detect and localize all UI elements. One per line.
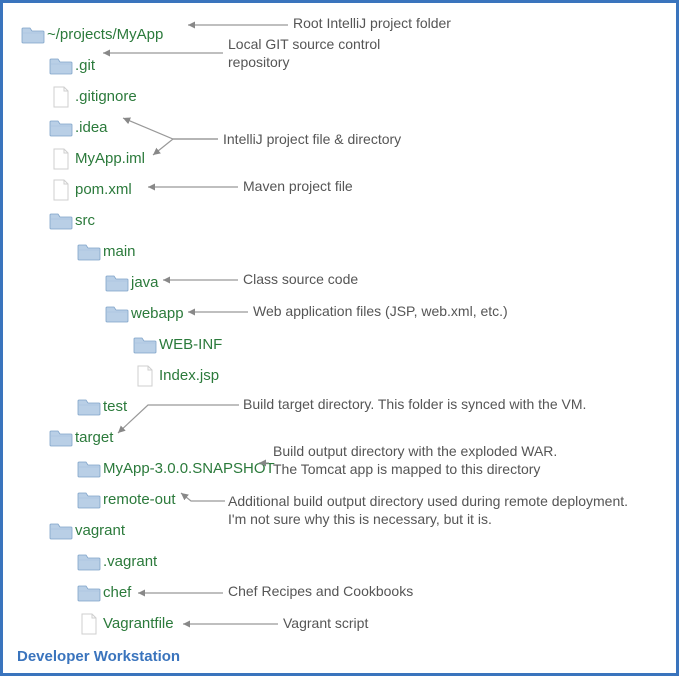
tree-label: target (75, 429, 113, 446)
tree-label: .vagrant (103, 553, 157, 570)
tree-label: webapp (131, 305, 184, 322)
tree-label: .git (75, 57, 95, 74)
folder-icon (75, 491, 103, 509)
file-icon (47, 179, 75, 201)
file-icon (131, 365, 159, 387)
folder-icon (103, 274, 131, 292)
tree-label: src (75, 212, 95, 229)
tree-row-gitignore: .gitignore (19, 81, 660, 112)
folder-icon (75, 584, 103, 602)
tree-label: java (131, 274, 159, 291)
note-snapshot: Build output directory with the exploded… (273, 443, 583, 478)
tree-label: main (103, 243, 136, 260)
tree-row-indexjsp: Index.jsp (19, 360, 660, 391)
folder-icon (47, 429, 75, 447)
tree-row-webinf: WEB-INF (19, 329, 660, 360)
folder-icon (47, 119, 75, 137)
tree-label: MyApp.iml (75, 150, 145, 167)
note-vagrantfile: Vagrant script (283, 615, 368, 633)
tree-label: pom.xml (75, 181, 132, 198)
note-pom: Maven project file (243, 178, 353, 196)
file-icon (47, 86, 75, 108)
tree-label: chef (103, 584, 131, 601)
tree-row-main: main (19, 236, 660, 267)
file-icon (75, 613, 103, 635)
note-remoteout: Additional build output directory used d… (228, 493, 648, 528)
folder-icon (103, 305, 131, 323)
note-root: Root IntelliJ project folder (293, 15, 451, 33)
tree-label: .idea (75, 119, 108, 136)
folder-icon (19, 26, 47, 44)
folder-icon (75, 398, 103, 416)
note-java: Class source code (243, 271, 358, 289)
tree-row-dotvagrant: .vagrant (19, 546, 660, 577)
tree-label: remote-out (103, 491, 176, 508)
folder-icon (75, 553, 103, 571)
note-git: Local GIT source control repository (228, 36, 428, 71)
tree-label: ~/projects/MyApp (47, 26, 163, 43)
note-target: Build target directory. This folder is s… (243, 396, 586, 414)
note-webapp: Web application files (JSP, web.xml, etc… (253, 303, 508, 321)
folder-icon (47, 522, 75, 540)
diagram-caption: Developer Workstation (17, 648, 180, 665)
tree-area: ~/projects/MyApp .git .gitignore .idea MyApp… (19, 19, 660, 639)
folder-icon (131, 336, 159, 354)
tree-label: Vagrantfile (103, 615, 174, 632)
folder-icon (75, 243, 103, 261)
folder-icon (75, 460, 103, 478)
tree-label: .gitignore (75, 88, 137, 105)
tree-label: Index.jsp (159, 367, 219, 384)
tree-label: vagrant (75, 522, 125, 539)
diagram-frame: ~/projects/MyApp .git .gitignore .idea MyApp… (0, 0, 679, 676)
note-idea: IntelliJ project file & directory (223, 131, 401, 149)
file-icon (47, 148, 75, 170)
tree-label: test (103, 398, 127, 415)
tree-label: MyApp-3.0.0.SNAPSHOT (103, 460, 275, 477)
folder-icon (47, 57, 75, 75)
folder-icon (47, 212, 75, 230)
note-chef: Chef Recipes and Cookbooks (228, 583, 413, 601)
tree-label: WEB-INF (159, 336, 222, 353)
tree-row-src: src (19, 205, 660, 236)
